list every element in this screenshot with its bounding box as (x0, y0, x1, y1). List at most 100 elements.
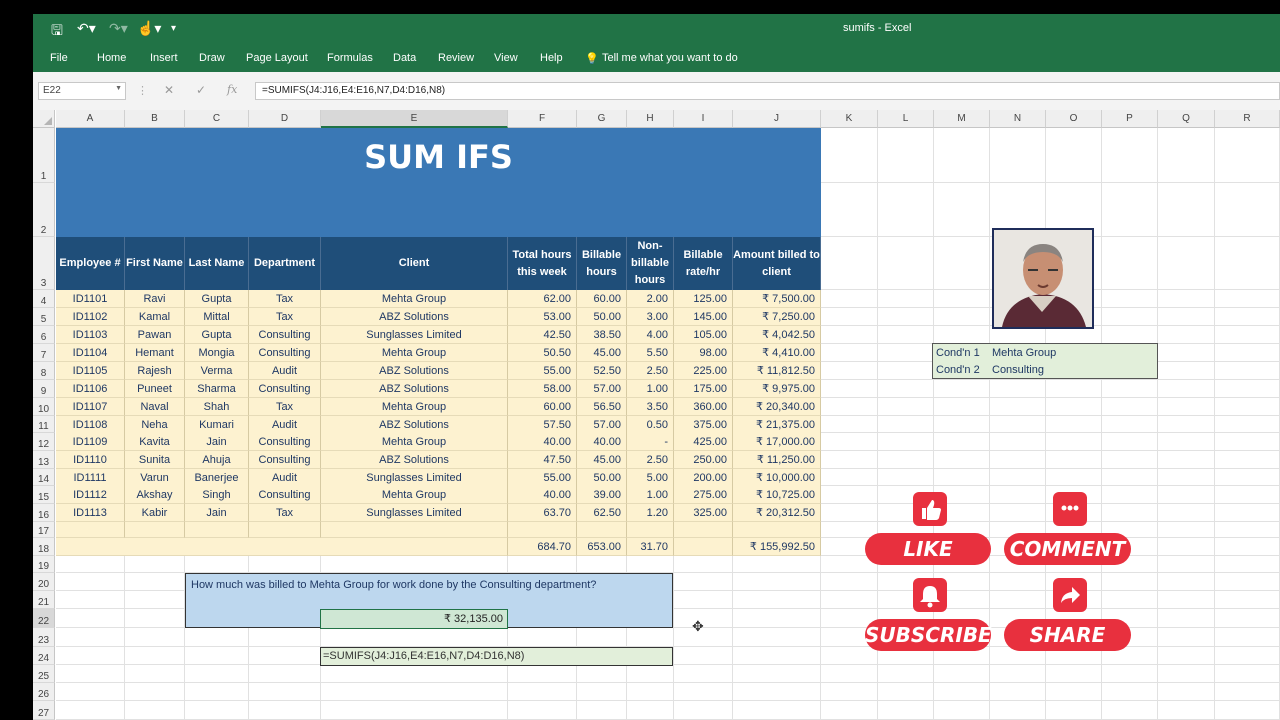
select-all-button[interactable] (33, 110, 55, 128)
table-cell-empty[interactable] (577, 522, 627, 538)
table-cell[interactable]: 57.50 (508, 416, 577, 434)
like-button[interactable]: LIKE (865, 533, 991, 565)
table-cell[interactable]: ID1109 (56, 433, 125, 451)
chevron-down-icon[interactable]: ▼ (115, 85, 122, 92)
column-header-c[interactable]: C (185, 110, 249, 128)
table-cell[interactable]: 55.00 (508, 469, 577, 487)
table-cell[interactable]: Tax (249, 290, 321, 308)
table-cell[interactable]: 50.00 (577, 308, 627, 326)
table-cell[interactable]: Rajesh (125, 362, 185, 380)
table-cell[interactable]: Gupta (185, 290, 249, 308)
table-cell[interactable]: ₹ 10,725.00 (733, 486, 821, 504)
table-cell[interactable]: ₹ 10,000.00 (733, 469, 821, 487)
table-cell[interactable]: ABZ Solutions (321, 308, 508, 326)
total-cell[interactable]: 684.70 (508, 538, 577, 556)
column-header-n[interactable]: N (990, 110, 1046, 128)
table-cell-empty[interactable] (249, 522, 321, 538)
table-cell[interactable]: ABZ Solutions (321, 416, 508, 434)
table-cell[interactable]: 3.00 (627, 308, 674, 326)
column-header-e[interactable]: E (321, 110, 508, 128)
table-cell[interactable]: ID1113 (56, 504, 125, 522)
touch-mode-icon[interactable]: ☝▾ (137, 20, 161, 37)
table-cell[interactable]: Shah (185, 398, 249, 416)
customize-qat-icon[interactable]: ▾ (171, 23, 176, 34)
table-cell[interactable]: 60.00 (508, 398, 577, 416)
table-cell[interactable]: Tax (249, 398, 321, 416)
table-cell[interactable]: Consulting (249, 326, 321, 344)
table-cell[interactable]: 62.00 (508, 290, 577, 308)
row-header-18[interactable]: 18 (33, 538, 55, 556)
table-cell[interactable]: 50.50 (508, 344, 577, 362)
row-header-17[interactable]: 17 (33, 522, 55, 538)
row-header-5[interactable]: 5 (33, 308, 55, 326)
table-cell[interactable]: Jain (185, 504, 249, 522)
table-cell[interactable]: 40.00 (508, 486, 577, 504)
tab-file[interactable]: File (50, 52, 68, 64)
table-cell[interactable]: Sunglasses Limited (321, 469, 508, 487)
tab-page-layout[interactable]: Page Layout (246, 52, 308, 64)
tab-formulas[interactable]: Formulas (327, 52, 373, 64)
table-cell[interactable]: Singh (185, 486, 249, 504)
table-cell[interactable]: Jain (185, 433, 249, 451)
table-cell[interactable]: 98.00 (674, 344, 733, 362)
table-cell[interactable]: 53.00 (508, 308, 577, 326)
column-header-o[interactable]: O (1046, 110, 1102, 128)
table-cell[interactable]: Mehta Group (321, 433, 508, 451)
table-cell[interactable]: Consulting (249, 451, 321, 469)
table-cell[interactable]: Sunglasses Limited (321, 504, 508, 522)
column-header-j[interactable]: J (733, 110, 821, 128)
table-cell[interactable]: 45.00 (577, 344, 627, 362)
table-cell[interactable]: Consulting (249, 486, 321, 504)
table-cell[interactable]: 2.50 (627, 362, 674, 380)
table-cell[interactable]: 52.50 (577, 362, 627, 380)
table-cell[interactable]: ABZ Solutions (321, 451, 508, 469)
table-cell[interactable]: 5.50 (627, 344, 674, 362)
row-header-13[interactable]: 13 (33, 451, 55, 469)
row-header-7[interactable]: 7 (33, 344, 55, 362)
column-header-q[interactable]: Q (1158, 110, 1215, 128)
row-header-23[interactable]: 23 (33, 628, 55, 647)
share-button[interactable]: SHARE (1004, 619, 1131, 651)
table-cell[interactable]: 55.00 (508, 362, 577, 380)
tab-review[interactable]: Review (438, 52, 474, 64)
row-header-26[interactable]: 26 (33, 683, 55, 701)
table-cell[interactable]: Mehta Group (321, 486, 508, 504)
column-header-m[interactable]: M (934, 110, 990, 128)
table-cell[interactable]: 175.00 (674, 380, 733, 398)
row-header-22[interactable]: 22 (33, 609, 55, 628)
table-cell[interactable]: Audit (249, 416, 321, 434)
tab-help[interactable]: Help (540, 52, 563, 64)
table-cell[interactable]: 4.00 (627, 326, 674, 344)
row-header-24[interactable]: 24 (33, 647, 55, 665)
table-cell[interactable]: 2.00 (627, 290, 674, 308)
column-header-b[interactable]: B (125, 110, 185, 128)
table-cell[interactable]: 250.00 (674, 451, 733, 469)
cond1-value[interactable]: Mehta Group (992, 347, 1056, 359)
row-header-10[interactable]: 10 (33, 398, 55, 416)
table-cell[interactable]: Neha (125, 416, 185, 434)
table-cell[interactable]: ₹ 7,250.00 (733, 308, 821, 326)
table-cell[interactable]: 105.00 (674, 326, 733, 344)
total-cell[interactable]: ₹ 155,992.50 (733, 538, 821, 556)
table-cell[interactable]: ID1105 (56, 362, 125, 380)
undo-icon[interactable]: ↶▾ (77, 20, 96, 37)
table-cell[interactable]: ₹ 20,340.00 (733, 398, 821, 416)
row-header-2[interactable]: 2 (33, 183, 55, 237)
row-header-27[interactable]: 27 (33, 701, 55, 720)
table-cell[interactable]: 275.00 (674, 486, 733, 504)
table-cell[interactable]: ID1106 (56, 380, 125, 398)
table-cell-empty[interactable] (321, 522, 508, 538)
column-header-i[interactable]: I (674, 110, 733, 128)
table-cell[interactable]: ₹ 21,375.00 (733, 416, 821, 434)
table-cell[interactable]: 3.50 (627, 398, 674, 416)
column-header-p[interactable]: P (1102, 110, 1158, 128)
table-cell[interactable]: Consulting (249, 433, 321, 451)
table-cell[interactable]: Kavita (125, 433, 185, 451)
table-cell[interactable]: Tax (249, 308, 321, 326)
table-cell[interactable]: Audit (249, 469, 321, 487)
cond2-value[interactable]: Consulting (992, 364, 1044, 376)
table-cell[interactable]: ₹ 17,000.00 (733, 433, 821, 451)
table-cell[interactable]: Kabir (125, 504, 185, 522)
table-cell[interactable]: 200.00 (674, 469, 733, 487)
tab-draw[interactable]: Draw (199, 52, 225, 64)
